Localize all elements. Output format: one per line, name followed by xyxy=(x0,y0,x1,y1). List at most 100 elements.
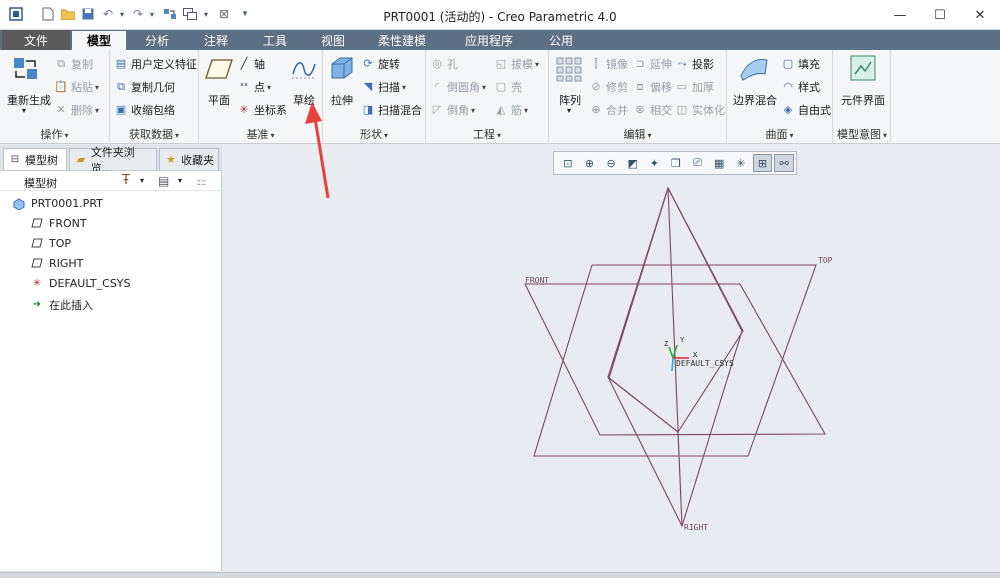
tree-item-insert-here[interactable]: ➜ 在此插入 xyxy=(30,297,93,313)
model-intent-group-label[interactable]: 模型意图 ▾ xyxy=(837,126,890,142)
tab-analysis[interactable]: 分析 xyxy=(130,30,184,50)
hole-button[interactable]: ◎ 孔 xyxy=(430,56,458,72)
plane-button[interactable]: 平面 xyxy=(208,92,230,108)
tab-flexible-modeling[interactable]: 柔性建模 xyxy=(364,30,440,50)
thicken-button[interactable]: ▭ 加厚 xyxy=(675,79,714,95)
editing-group-label[interactable]: 编辑 ▾ xyxy=(549,126,726,142)
pattern-dropdown-icon[interactable]: ▾ xyxy=(567,106,571,115)
tree-item-top[interactable]: TOP xyxy=(30,237,71,250)
tab-annotate[interactable]: 注释 xyxy=(188,30,244,50)
right-plane[interactable] xyxy=(607,186,743,528)
delete-button[interactable]: ✕ 删除 ▾ xyxy=(54,102,99,118)
plane-icon[interactable] xyxy=(205,58,233,84)
point-button[interactable]: ˣˣ 点 ▾ xyxy=(237,79,271,95)
saved-orientations-icon[interactable]: ⎚ xyxy=(688,154,708,172)
shapes-group-label[interactable]: 形状 ▾ xyxy=(323,126,425,142)
tab-common[interactable]: 公用 xyxy=(536,30,586,50)
trim-button[interactable]: ⊘ 修剪 xyxy=(589,79,628,95)
tab-tools[interactable]: 工具 xyxy=(248,30,302,50)
sketch-icon[interactable] xyxy=(291,58,319,84)
top-plane[interactable] xyxy=(533,264,817,457)
tab-applications[interactable]: 应用程序 xyxy=(446,30,532,50)
intersect-button[interactable]: ⊗ 相交 xyxy=(633,102,672,118)
tab-favorites[interactable]: ★ 收藏夹 xyxy=(159,148,219,170)
tab-model[interactable]: 模型 xyxy=(72,31,126,50)
extend-button[interactable]: ⊐ 延伸 xyxy=(633,56,672,72)
udf-button[interactable]: ▤ 用户定义特征 xyxy=(114,56,197,72)
group-operations: 重新生成 ▾ ⧉ 复制 📋 粘贴 ▾ ✕ 删除 ▾ 操作 ▾ xyxy=(0,50,110,144)
extrude-button[interactable]: 拉伸 xyxy=(331,92,353,108)
shell-button[interactable]: ▢ 壳 xyxy=(494,79,522,95)
copy-geometry-button[interactable]: ⧉ 复制几何 xyxy=(114,79,175,95)
tree-item-part[interactable]: PRT0001.PRT xyxy=(12,197,103,211)
get-data-group-label[interactable]: 获取数据 ▾ xyxy=(110,126,198,142)
spin-center-display-icon[interactable]: ⚯ xyxy=(774,154,794,172)
spin-center-icon[interactable]: ✦ xyxy=(645,154,665,172)
tree-filter-icon[interactable]: ⚏ xyxy=(196,174,207,188)
tree-show-icon[interactable]: ▤ xyxy=(158,174,169,188)
tree-item-csys[interactable]: ✳ DEFAULT_CSYS xyxy=(30,277,131,290)
tree-item-right[interactable]: RIGHT xyxy=(30,257,83,270)
minimize-button[interactable]: — xyxy=(880,0,920,30)
engineering-group-label[interactable]: 工程 ▾ xyxy=(426,126,548,142)
regenerate-button[interactable]: 重新生成 xyxy=(7,92,51,108)
tab-file[interactable]: 文件 xyxy=(2,30,70,50)
view-manager-icon[interactable]: ▦ xyxy=(709,154,729,172)
tree-settings-dropdown-icon[interactable]: ▾ xyxy=(140,176,144,185)
zoom-in-icon[interactable]: ⊕ xyxy=(580,154,600,172)
round-button[interactable]: ◜ 倒圆角 ▾ xyxy=(430,79,486,95)
repaint-icon[interactable]: ◩ xyxy=(623,154,643,172)
tree-show-dropdown-icon[interactable]: ▾ xyxy=(178,176,182,185)
project-button[interactable]: ⤳ 投影 xyxy=(675,56,714,72)
csys-button[interactable]: ✳ 坐标系 xyxy=(237,102,287,118)
boundary-blend-icon[interactable] xyxy=(739,54,768,81)
revolve-button[interactable]: ⟳ 旋转 xyxy=(361,56,400,72)
refit-icon[interactable]: ⊡ xyxy=(558,154,578,172)
axis-button[interactable]: ╱ 轴 xyxy=(237,56,265,72)
datum-group-label[interactable]: 基准 ▾ xyxy=(199,126,322,142)
tab-view[interactable]: 视图 xyxy=(306,30,360,50)
offset-button[interactable]: ⧈ 偏移 xyxy=(633,79,673,95)
draft-button[interactable]: ◱ 拔模 ▾ xyxy=(494,56,539,72)
merge-button[interactable]: ⊕ 合并 xyxy=(589,102,628,118)
x-axis-label: X xyxy=(693,351,698,359)
group-editing: 阵列 ▾ ⫿ 镜像 ⊘ 修剪 ⊕ 合并 ⊐ 延伸 ⧈ 偏移 ⊗ 相交 ⤳ 投影 ▭ 加厚 ◫ 实体… xyxy=(549,50,727,144)
swept-blend-button[interactable]: ◨ 扫描混合 xyxy=(361,102,422,118)
extrude-icon[interactable] xyxy=(328,54,356,80)
regenerate-dropdown-icon[interactable]: ▾ xyxy=(22,106,26,115)
datum-display-icon[interactable]: ✳ xyxy=(731,154,751,172)
style-button[interactable]: ◠ 样式 xyxy=(781,79,820,95)
group-get-data: ▤ 用户定义特征 ⧉ 复制几何 ▣ 收缩包络 获取数据 ▾ xyxy=(110,50,199,144)
paste-button[interactable]: 📋 粘贴 ▾ xyxy=(54,79,99,95)
close-button[interactable]: ✕ xyxy=(960,0,1000,30)
rib-button[interactable]: ◭ 筋 ▾ xyxy=(494,102,528,118)
shrinkwrap-button[interactable]: ▣ 收缩包络 xyxy=(114,102,175,118)
boundary-blend-button[interactable]: 边界混合 xyxy=(733,92,777,108)
tab-folder-browser[interactable]: ▰ 文件夹浏览... xyxy=(69,146,157,175)
mirror-button[interactable]: ⫿ 镜像 xyxy=(589,56,628,72)
tree-item-front[interactable]: FRONT xyxy=(30,217,87,230)
tree-settings-icon[interactable]: Ŧ xyxy=(122,173,130,188)
tab-model-tree[interactable]: ⊟ 模型树 xyxy=(3,148,67,170)
copy-button[interactable]: ⧉ 复制 xyxy=(54,56,93,72)
surfaces-group-label[interactable]: 曲面 ▾ xyxy=(727,126,832,142)
front-plane[interactable] xyxy=(524,283,826,436)
freestyle-button[interactable]: ◈ 自由式 xyxy=(781,102,831,118)
maximize-button[interactable]: ☐ xyxy=(920,0,960,30)
solidify-button[interactable]: ◫ 实体化 xyxy=(675,102,725,118)
sweep-button[interactable]: ◥ 扫描 ▾ xyxy=(361,79,406,95)
annotation-display-icon[interactable]: ⊞ xyxy=(752,154,773,172)
graphics-area[interactable]: FRONT TOP RIGHT DEFAULT_CSYS Z Y X xyxy=(223,145,1000,572)
navigator-tabs: ⊟ 模型树 ▰ 文件夹浏览... ★ 收藏夹 xyxy=(0,145,222,175)
chamfer-button[interactable]: ◸ 倒角 ▾ xyxy=(430,102,475,118)
component-interface-button[interactable]: 元件界面 xyxy=(841,92,885,108)
pattern-icon[interactable] xyxy=(555,56,583,82)
operations-group-label[interactable]: 操作 ▾ xyxy=(0,126,109,142)
display-style-icon[interactable]: ❒ xyxy=(666,154,686,172)
regenerate-icon[interactable] xyxy=(12,56,40,82)
sketch-button[interactable]: 草绘 xyxy=(293,92,315,108)
component-interface-icon[interactable] xyxy=(849,54,877,81)
paste-icon: 📋 xyxy=(54,80,68,93)
fill-button[interactable]: ▢ 填充 xyxy=(781,56,820,72)
zoom-out-icon[interactable]: ⊖ xyxy=(601,154,621,172)
